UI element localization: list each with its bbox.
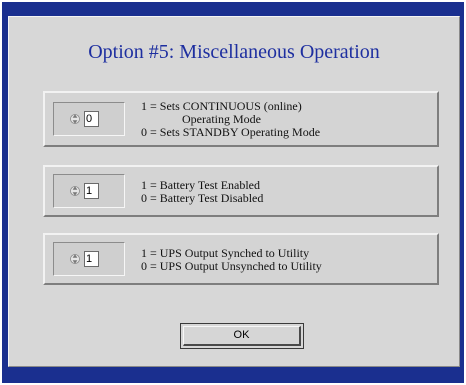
options-dialog: Option #5: Miscellaneous Operation 0 1 =… <box>8 16 460 367</box>
ups-sync-line-2: 0 = UPS Output Unsynched to Utility <box>141 259 322 273</box>
ups-sync-value-input[interactable]: 1 <box>84 251 99 267</box>
operating-mode-control: 0 <box>53 102 125 136</box>
option-operating-mode: 0 1 = Sets CONTINUOUS (online) Operating… <box>43 91 439 147</box>
battery-test-line-2: 0 = Battery Test Disabled <box>141 191 264 205</box>
option-ups-sync: 1 1 = UPS Output Synched to Utility 0 = … <box>43 233 439 285</box>
window-frame: Option #5: Miscellaneous Operation 0 1 =… <box>2 2 464 383</box>
spinner-arrows-icon[interactable] <box>70 183 80 199</box>
ups-sync-control: 1 <box>53 242 125 276</box>
operating-mode-value-input[interactable]: 0 <box>84 111 99 127</box>
option-battery-test: 1 1 = Battery Test Enabled 0 = Battery T… <box>43 165 439 217</box>
dialog-title: Option #5: Miscellaneous Operation <box>88 41 380 63</box>
operating-mode-line-2: 0 = Sets STANDBY Operating Mode <box>141 125 321 139</box>
battery-test-value-input[interactable]: 1 <box>84 183 99 199</box>
spinner-arrows-icon[interactable] <box>70 251 80 267</box>
battery-test-control: 1 <box>53 174 125 208</box>
ok-button[interactable]: OK <box>183 326 301 346</box>
ups-sync-description: 1 = UPS Output Synched to Utility 0 = UP… <box>141 247 322 273</box>
battery-test-description: 1 = Battery Test Enabled 0 = Battery Tes… <box>141 179 263 205</box>
spinner-arrows-icon[interactable] <box>70 111 80 127</box>
operating-mode-description: 1 = Sets CONTINUOUS (online) Operating M… <box>141 100 320 139</box>
